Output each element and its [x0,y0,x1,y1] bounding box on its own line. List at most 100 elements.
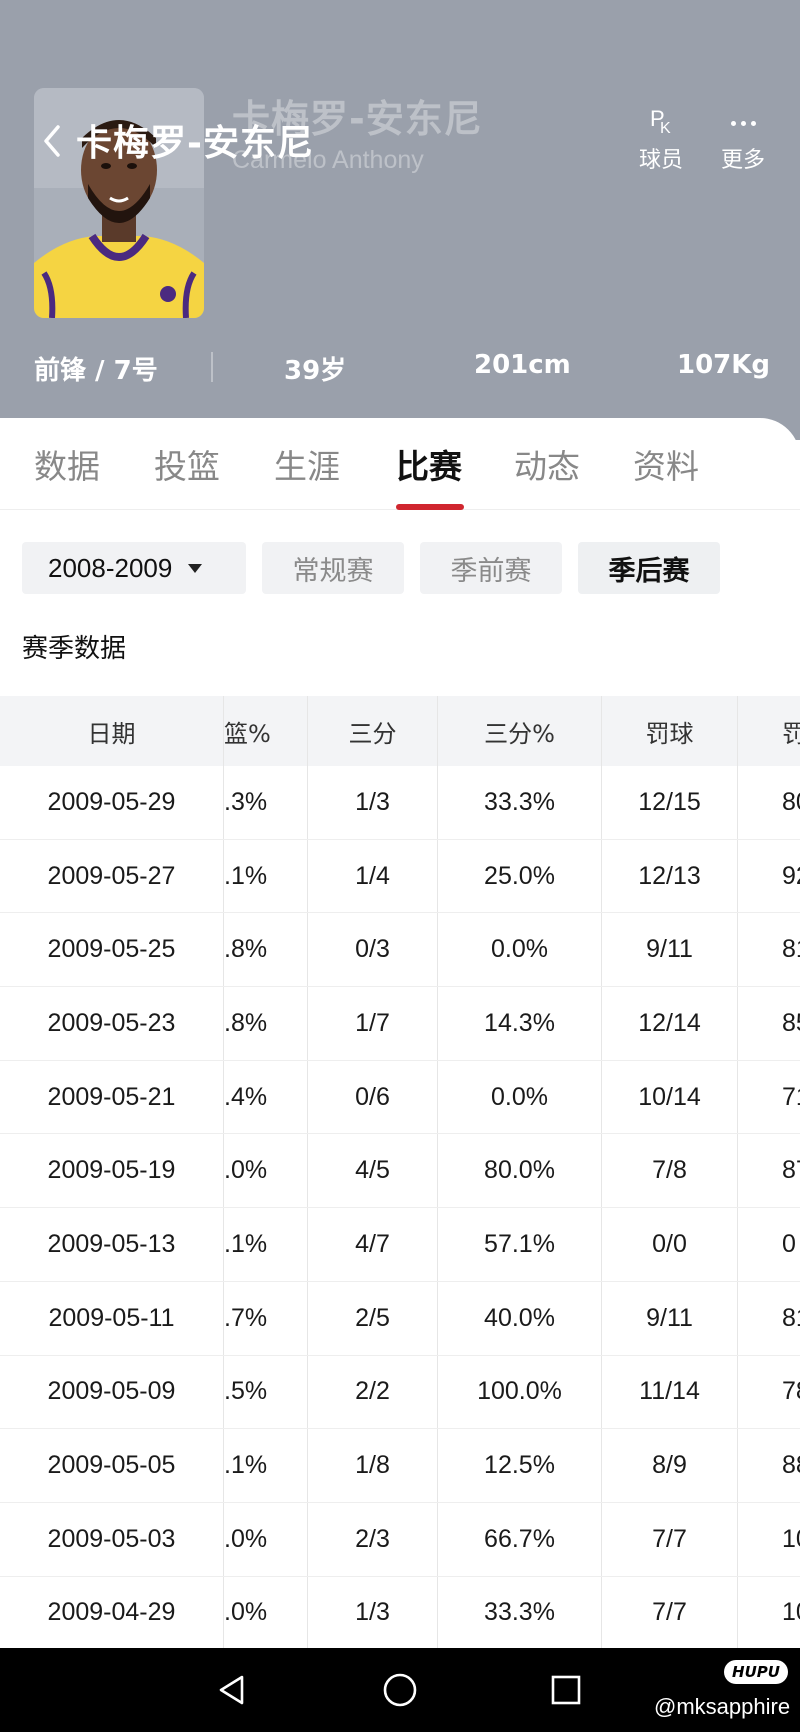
cell-ft-pct: 10 [782,1524,800,1553]
content-card: 数据 投篮 生涯 比赛 动态 资料 2008-2009 常规赛 季前赛 季后赛 … [0,418,800,1732]
table-header: 日期 篮% 三分 三分% 罚球 罚 [0,696,800,766]
cell-free-throw: 7/7 [602,1502,738,1576]
more-dots-icon [730,120,756,126]
cell-fg-pct: .0% [224,1576,308,1650]
cell-fg-pct: .8% [224,913,308,987]
cell-fg-pct: .8% [224,987,308,1060]
cell-fg-pct: .1% [224,1208,308,1281]
nav-home-button[interactable] [376,1666,424,1714]
cell-three-pt: 1/7 [308,987,438,1060]
table-row[interactable]: 2009-05-21.4%0/60.0%10/14 71 [0,1060,800,1135]
cell-three-pt-pct: 33.3% [438,1576,602,1650]
tab-career[interactable]: 生涯 [274,440,340,488]
table-row[interactable]: 2009-05-05.1%1/812.5%8/9 88 [0,1429,800,1503]
cell-three-pt-pct: 25.0% [438,839,602,913]
header-date[interactable]: 日期 [0,696,224,766]
cell-free-throw: 10/14 [602,1060,738,1134]
caret-down-icon [188,563,203,573]
cell-three-pt-pct: 80.0% [438,1134,602,1208]
cell-free-throw: 12/13 [602,839,738,913]
cell-ft-pct: 71 [782,1082,800,1111]
page-title: 卡梅罗-安东尼 [76,123,314,164]
header-three-pt-pct[interactable]: 三分% [438,696,602,766]
table-row[interactable]: 2009-05-13.1% 4/7 57.1% 0/0 0 [0,1208,800,1282]
chip-preseason[interactable]: 季前赛 [420,542,562,594]
cell-ft-pct: 88 [782,1451,800,1480]
cell-fg-pct: .1% [224,1429,308,1502]
tab-news[interactable]: 动态 [514,440,580,488]
cell-ft-pct: 80 [782,787,800,816]
cell-three-pt: 1/8 [308,1429,438,1502]
cell-date: 2009-05-03 [0,1502,224,1576]
cell-three-pt: 2/2 [308,1355,438,1429]
header-fg-pct[interactable]: 篮% [224,696,308,766]
cell-date: 2009-05-11 [0,1281,224,1355]
cell-ft-pct: 81 [782,1303,800,1332]
table-row[interactable]: 2009-05-23.8%1/714.3%12/14 85 [0,987,800,1061]
header-three-pt[interactable]: 三分 [308,696,438,766]
table-row[interactable]: 2009-05-19.0%4/580.0%7/8 87 [0,1134,800,1209]
cell-free-throw: 11/14 [602,1355,738,1429]
table-row[interactable]: 2009-05-29.3%1/333.3%12/15 80 [0,766,800,840]
cell-fg-pct: .7% [224,1281,308,1355]
cell-fg-pct: .0% [224,1502,308,1576]
cell-three-pt: 1/3 [308,1576,438,1650]
cell-fg-pct: .0% [224,1134,308,1208]
cell-date: 2009-05-21 [0,1060,224,1134]
table-row[interactable]: 2009-05-25.8%0/30.0%9/11 81 [0,913,800,988]
season-value: 2008-2009 [48,552,173,583]
nav-recent-button[interactable] [542,1666,590,1714]
cell-three-pt-pct: 0.0% [438,1060,602,1134]
chip-playoffs[interactable]: 季后赛 [578,542,720,594]
table-row[interactable]: 2009-05-27.1%1/425.0%12/13 92 [0,839,800,914]
more-button[interactable]: 更多 [698,106,788,176]
tab-games[interactable]: 比赛 [396,440,462,488]
cell-date: 2009-05-29 [0,766,224,839]
cell-ft-pct: 78 [782,1377,800,1406]
cell-free-throw: 7/8 [602,1134,738,1208]
cell-ft-pct: 0 [782,1229,796,1258]
nav-back-button[interactable] [208,1666,256,1714]
cell-three-pt-pct: 40.0% [438,1281,602,1355]
header-ft-pct[interactable]: 罚 [738,696,800,766]
tab-shooting[interactable]: 投篮 [154,440,220,488]
tab-data[interactable]: 数据 [34,440,100,488]
cell-fg-pct: .1% [224,839,308,913]
table-row[interactable]: 2009-05-09.5%2/2100.0%11/14 78 [0,1355,800,1430]
cell-ft-pct: 81 [782,935,800,964]
cell-fg-pct: .3% [224,766,308,839]
cell-ft-pct: 92 [782,861,800,890]
table-row[interactable]: 2009-05-03.0%2/366.7%7/7 10 [0,1502,800,1577]
cell-three-pt: 1/4 [308,839,438,913]
cell-ft-pct: 85 [782,1008,800,1037]
cell-three-pt-pct: 100.0% [438,1355,602,1429]
season-dropdown[interactable]: 2008-2009 [22,542,246,594]
header-free-throw[interactable]: 罚球 [602,696,738,766]
cell-date: 2009-05-09 [0,1355,224,1429]
info-divider [211,352,213,382]
watermark-handle: @mksapphire [654,1694,791,1719]
table-row[interactable]: 2009-04-29.0%1/333.3%7/7 10 [0,1576,800,1651]
back-button[interactable] [34,116,70,166]
cell-ft-pct: 10 [782,1598,800,1627]
cell-free-throw: 0/0 [602,1208,738,1281]
cell-three-pt: 1/3 [308,766,438,839]
player-weight: 107Kg [677,350,771,380]
cell-fg-pct: .5% [224,1355,308,1429]
cell-fg-pct: .4% [224,1060,308,1134]
tab-profile[interactable]: 资料 [633,440,699,488]
table-row[interactable]: 2009-05-11.7%2/540.0%9/11 81 [0,1281,800,1356]
pk-icon: PK [650,106,671,138]
chip-regular-season[interactable]: 常规赛 [262,542,404,594]
player-position: 前锋 / 7号 [34,356,158,386]
cell-three-pt-pct: 12.5% [438,1429,602,1502]
cell-date: 2009-05-13 [0,1208,224,1281]
pk-player-button[interactable]: PK 球员 [616,106,706,176]
cell-date: 2009-05-23 [0,987,224,1060]
cell-three-pt: 2/3 [308,1502,438,1576]
cell-free-throw: 9/11 [602,913,738,987]
cell-date: 2009-04-29 [0,1576,224,1650]
cell-free-throw: 9/11 [602,1281,738,1355]
player-info-row: 前锋 / 7号 39岁 201cm 107Kg [0,344,800,390]
cell-three-pt: 0/6 [308,1060,438,1134]
